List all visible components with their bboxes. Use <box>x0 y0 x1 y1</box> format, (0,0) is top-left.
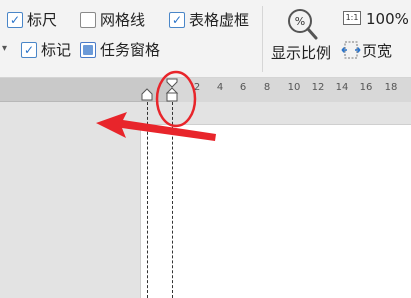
checkbox-partial-icon <box>80 42 96 58</box>
ruler-checkbox[interactable]: ✓ 标尺 <box>7 10 57 30</box>
page-width-icon[interactable] <box>341 40 361 60</box>
zoom-ratio-label[interactable]: 显示比例 <box>271 43 331 63</box>
svg-text:%: % <box>295 15 305 28</box>
ruler-tick-label: 4 <box>216 82 224 93</box>
ribbon-separator <box>262 6 263 72</box>
checkbox-empty-icon <box>80 12 96 28</box>
ruler-tick-label: 16 <box>359 82 373 93</box>
ruler-tick-label: 18 <box>384 82 398 93</box>
page-width-button[interactable]: 页宽 <box>362 41 392 61</box>
markup-checkbox-label: 标记 <box>41 41 72 59</box>
horizontal-ruler: 2 4 6 8 10 12 14 16 18 <box>0 78 411 102</box>
zoom-100-button[interactable]: 100% <box>366 9 409 29</box>
ruler-tick-label: 6 <box>239 82 247 93</box>
task-pane-checkbox-label: 任务窗格 <box>100 41 161 59</box>
actual-size-icon[interactable]: 1:1 <box>343 11 361 25</box>
ruler-tick-label: 8 <box>263 82 271 93</box>
view-ribbon: ▾ ✓ 标尺 网格线 ✓ 表格虚框 ✓ 标记 任务窗格 % 显示比例 1:1 1… <box>0 0 411 78</box>
chevron-down-icon[interactable]: ▾ <box>2 44 7 54</box>
checkmark-icon: ✓ <box>7 12 23 28</box>
markup-checkbox[interactable]: ✓ 标记 <box>21 40 71 60</box>
ruler-tick-label: 2 <box>193 82 201 93</box>
checkmark-icon: ✓ <box>21 42 37 58</box>
document-area <box>0 102 411 298</box>
gridlines-checkbox-label: 网格线 <box>100 11 146 29</box>
table-gridlines-checkbox-label: 表格虚框 <box>189 11 250 29</box>
gridlines-checkbox[interactable]: 网格线 <box>80 10 145 30</box>
ruler-tick-label: 14 <box>335 82 349 93</box>
checkmark-icon: ✓ <box>169 12 185 28</box>
indent-guide-line <box>147 102 148 298</box>
table-gridlines-checkbox[interactable]: ✓ 表格虚框 <box>169 10 249 30</box>
document-page[interactable] <box>140 124 411 298</box>
first-line-indent-marker[interactable] <box>165 78 179 102</box>
ruler-checkbox-label: 标尺 <box>27 11 58 29</box>
ruler-tick-label: 12 <box>311 82 325 93</box>
indent-guide-line <box>172 102 173 298</box>
zoom-magnifier-icon[interactable]: % <box>285 6 319 42</box>
ruler-tick-label: 10 <box>287 82 301 93</box>
task-pane-checkbox[interactable]: 任务窗格 <box>80 40 160 60</box>
hanging-indent-marker[interactable] <box>141 88 153 101</box>
